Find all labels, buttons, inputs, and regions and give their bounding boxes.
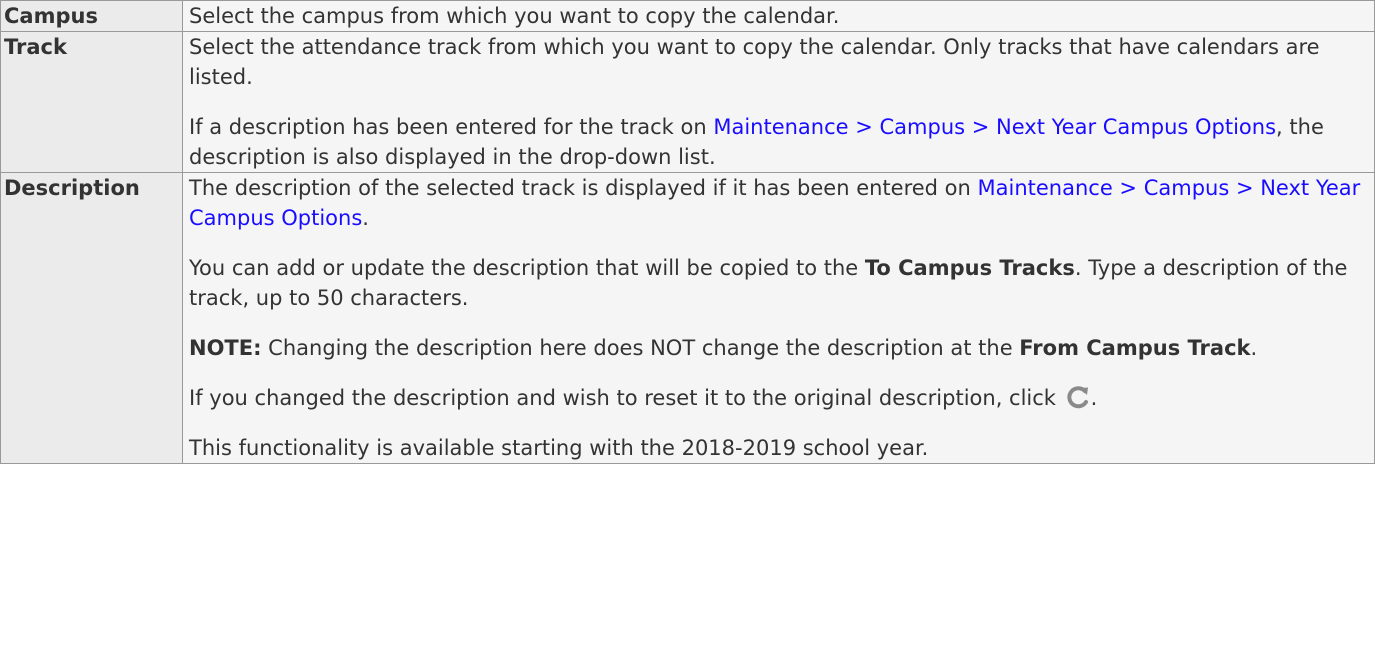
description-paragraph-note: NOTE: Changing the description here does… (189, 333, 1368, 363)
reset-text: If you changed the description and wish … (189, 386, 1063, 410)
track-p2-text: If a description has been entered for th… (189, 115, 714, 139)
refresh-icon (1065, 384, 1091, 410)
note-label: NOTE: (189, 336, 262, 360)
row-label-track: Track (0, 31, 183, 173)
row-description-campus: Select the campus from which you want to… (182, 0, 1375, 32)
description-paragraph-availability: This functionality is available starting… (189, 436, 929, 460)
field-description-table: Campus Select the campus from which you … (0, 0, 1375, 464)
to-campus-tracks-label: To Campus Tracks (864, 256, 1075, 280)
reset-text-end: . (1090, 386, 1098, 410)
note-text: Changing the description here does NOT c… (261, 336, 1020, 360)
description-paragraph-2: You can add or update the description th… (189, 253, 1368, 313)
row-label-campus: Campus (0, 0, 183, 32)
desc-p1-text-end: . (362, 206, 369, 230)
from-campus-track-label: From Campus Track (1019, 336, 1251, 360)
table-row: Track Select the attendance track from w… (0, 31, 1375, 173)
note-text-end: . (1250, 336, 1258, 360)
desc-p2-text: You can add or update the description th… (189, 256, 865, 280)
track-paragraph-1: Select the attendance track from which y… (189, 35, 1320, 89)
row-description-track: Select the attendance track from which y… (182, 31, 1375, 173)
table-row: Campus Select the campus from which you … (0, 0, 1375, 32)
row-description-description: The description of the selected track is… (182, 172, 1375, 464)
track-paragraph-2: If a description has been entered for th… (189, 112, 1368, 172)
row-label-description: Description (0, 172, 183, 464)
table-row: Description The description of the selec… (0, 172, 1375, 464)
description-paragraph-reset: If you changed the description and wish … (189, 383, 1368, 413)
description-paragraph-1: The description of the selected track is… (189, 173, 1368, 233)
next-year-campus-options-link[interactable]: Maintenance > Campus > Next Year Campus … (713, 115, 1276, 139)
desc-p1-text: The description of the selected track is… (189, 176, 978, 200)
campus-text: Select the campus from which you want to… (189, 4, 840, 28)
